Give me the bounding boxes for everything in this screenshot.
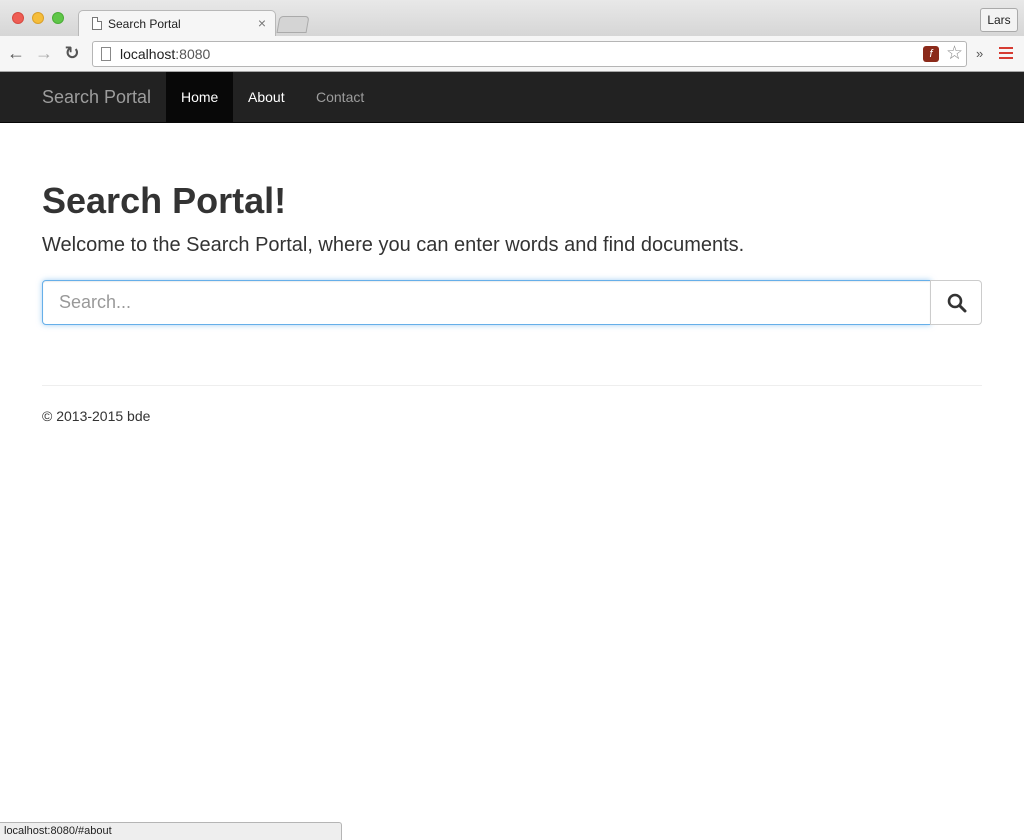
new-tab-button[interactable] [276, 16, 310, 33]
forward-arrow-icon[interactable]: → [34, 43, 54, 63]
tab-close-icon[interactable]: × [258, 15, 266, 31]
page-title: Search Portal! [42, 180, 287, 221]
reload-icon[interactable]: ↻ [62, 43, 82, 63]
bookmark-star-icon[interactable]: ☆ [946, 42, 963, 66]
site-navbar: Search Portal Home About Contact [0, 72, 1024, 123]
footer-copyright: © 2013-2015 bde [42, 408, 151, 424]
nav-item-contact[interactable]: Contact [301, 72, 379, 122]
tab-title: Search Portal [108, 17, 181, 31]
page-icon [101, 47, 111, 61]
url-host: localhost [120, 46, 176, 62]
extensions-overflow-icon[interactable]: » [976, 46, 983, 61]
lead-text: Welcome to the Search Portal, where you … [42, 234, 745, 256]
browser-tab[interactable]: Search Portal × [78, 10, 276, 37]
search-button[interactable] [930, 280, 982, 325]
status-bar: localhost:8080/#about [0, 822, 342, 840]
flash-plugin-icon[interactable]: f [923, 46, 939, 62]
footer-divider [42, 385, 982, 386]
browser-titlebar: Search Portal × Lars [0, 0, 1024, 37]
profile-button[interactable]: Lars [980, 8, 1018, 32]
address-url[interactable]: localhost:8080 [120, 46, 210, 62]
window-maximize-button[interactable] [52, 12, 64, 24]
address-bar[interactable]: localhost:8080 f ☆ [92, 41, 967, 67]
navbar-brand[interactable]: Search Portal [42, 87, 151, 108]
page-icon [92, 17, 102, 30]
hamburger-menu-icon[interactable] [999, 47, 1013, 61]
url-port: :8080 [175, 46, 211, 62]
search-icon [947, 293, 967, 313]
window-minimize-button[interactable] [32, 12, 44, 24]
window-close-button[interactable] [12, 12, 24, 24]
back-arrow-icon[interactable]: ← [6, 43, 26, 63]
search-input[interactable] [42, 280, 931, 325]
browser-toolbar: ← → ↻ localhost:8080 f ☆ » [0, 36, 1024, 72]
nav-item-home[interactable]: Home [166, 72, 234, 122]
nav-item-about[interactable]: About [233, 72, 300, 122]
